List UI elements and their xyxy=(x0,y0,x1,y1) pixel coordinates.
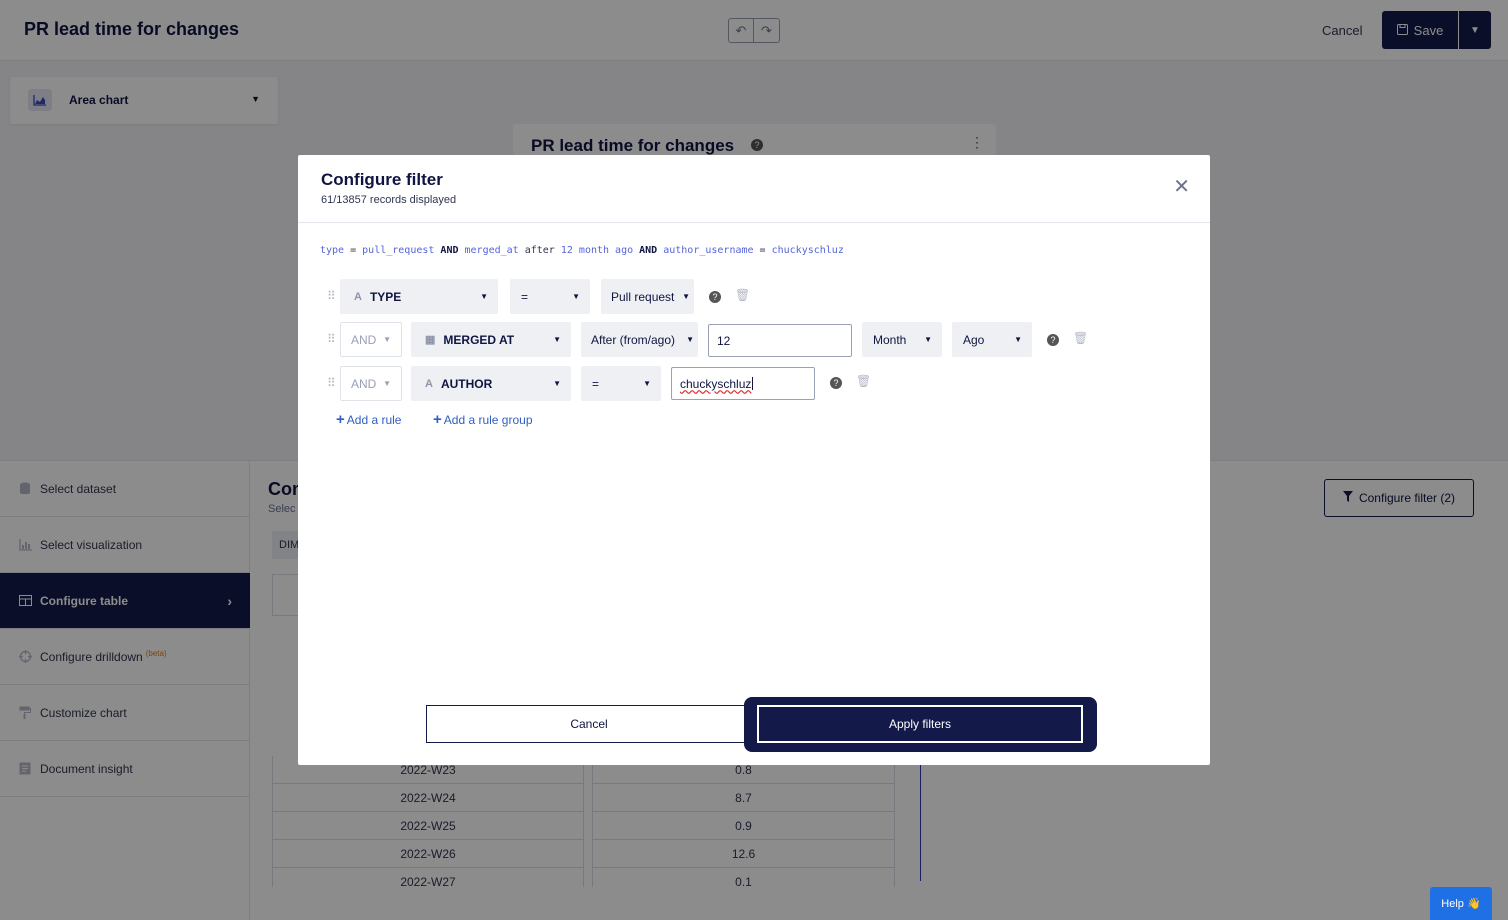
rule-3-value-input[interactable]: chuckyschluz xyxy=(671,367,815,400)
caret-down-icon: ▼ xyxy=(383,379,391,388)
trash-icon[interactable]: 🗑 xyxy=(1073,331,1088,345)
caret-down-icon: ▼ xyxy=(924,335,932,344)
caret-down-icon: ▼ xyxy=(480,292,488,301)
conjunction-label: AND xyxy=(351,376,377,391)
value-label: Pull request xyxy=(611,289,675,304)
query-preview: type = pull_request AND merged_at after … xyxy=(320,245,844,256)
query-field: merged_at xyxy=(464,245,519,256)
unit-label: Month xyxy=(873,332,907,347)
rule-1-operator-select[interactable]: = ▼ xyxy=(510,279,590,314)
caret-down-icon: ▼ xyxy=(686,335,694,344)
direction-label: Ago xyxy=(963,332,985,347)
close-icon[interactable]: ✕ xyxy=(1173,177,1190,197)
rule-2-amount-input[interactable]: 12 xyxy=(708,324,852,357)
text-type-icon: A xyxy=(354,290,362,303)
add-rule-label: Add a rule xyxy=(346,413,402,427)
query-operator: after xyxy=(518,245,561,256)
modal-header: Configure filter 61/13857 records displa… xyxy=(298,155,1210,223)
help-circle-icon[interactable]: ? xyxy=(709,291,721,303)
rule-3-operator-select[interactable]: = ▼ xyxy=(581,366,661,401)
query-field: author_username xyxy=(663,245,754,256)
help-button[interactable]: Help 👋 xyxy=(1430,887,1492,920)
rule-3-conjunction-select[interactable]: AND ▼ xyxy=(340,366,402,401)
apply-filters-button[interactable]: Apply filters xyxy=(757,705,1083,743)
rule-2-operator-select[interactable]: After (from/ago) ▼ xyxy=(581,322,698,357)
caret-down-icon: ▼ xyxy=(553,335,561,344)
caret-down-icon: ▼ xyxy=(643,379,651,388)
records-count: 61/13857 records displayed xyxy=(321,194,457,206)
field-label: AUTHOR xyxy=(440,376,493,391)
field-label: TYPE xyxy=(369,289,402,304)
value-text: chuckyschluz xyxy=(680,376,752,391)
trash-icon[interactable]: 🗑 xyxy=(735,288,750,302)
help-circle-icon[interactable]: ? xyxy=(830,377,842,389)
query-field: type xyxy=(320,245,345,256)
configure-filter-modal: Configure filter 61/13857 records displa… xyxy=(298,155,1210,765)
help-circle-icon[interactable]: ? xyxy=(1047,334,1059,346)
field-label: MERGED AT xyxy=(443,332,515,347)
rule-2-unit-select[interactable]: Month ▼ xyxy=(862,322,942,357)
plus-icon: + xyxy=(336,411,345,428)
caret-down-icon: ▼ xyxy=(682,292,690,301)
calendar-icon: ▦ xyxy=(425,334,436,346)
query-value: chuckyschluz xyxy=(771,245,844,256)
operator-label: = xyxy=(592,376,600,391)
text-type-icon: A xyxy=(425,377,433,390)
add-rule-link[interactable]: + Add a rule xyxy=(336,411,401,428)
conjunction-label: AND xyxy=(351,332,377,347)
operator-label: = xyxy=(521,289,529,304)
rule-2-direction-select[interactable]: Ago ▼ xyxy=(952,322,1032,357)
text-cursor xyxy=(752,377,754,390)
query-operator: = xyxy=(344,245,363,256)
rule-3-field-select[interactable]: A AUTHOR ▼ xyxy=(411,366,571,401)
query-value: 12 month ago xyxy=(560,245,634,256)
add-rule-group-link[interactable]: + Add a rule group xyxy=(433,411,533,428)
drag-handle-icon[interactable]: ⠿ xyxy=(327,376,336,390)
query-conjunction: AND xyxy=(434,245,465,256)
plus-icon: + xyxy=(433,411,442,428)
caret-down-icon: ▼ xyxy=(572,292,580,301)
rule-2-field-select[interactable]: ▦ MERGED AT ▼ xyxy=(411,322,571,357)
add-rule-group-label: Add a rule group xyxy=(443,413,533,427)
caret-down-icon: ▼ xyxy=(553,379,561,388)
modal-title: Configure filter xyxy=(321,170,443,189)
drag-handle-icon[interactable]: ⠿ xyxy=(327,289,336,303)
operator-label: After (from/ago) xyxy=(591,332,676,347)
drag-handle-icon[interactable]: ⠿ xyxy=(327,332,336,346)
rule-1-value-select[interactable]: Pull request ▼ xyxy=(601,279,694,314)
rule-1-field-select[interactable]: A TYPE ▼ xyxy=(340,279,498,314)
query-value: pull_request xyxy=(362,245,435,256)
query-conjunction: AND xyxy=(633,245,664,256)
cancel-button[interactable]: Cancel xyxy=(426,705,752,743)
trash-icon[interactable]: 🗑 xyxy=(856,374,871,388)
rule-2-conjunction-select[interactable]: AND ▼ xyxy=(340,322,402,357)
caret-down-icon: ▼ xyxy=(1014,335,1022,344)
amount-value: 12 xyxy=(717,333,731,348)
query-operator: = xyxy=(753,245,772,256)
caret-down-icon: ▼ xyxy=(383,335,391,344)
